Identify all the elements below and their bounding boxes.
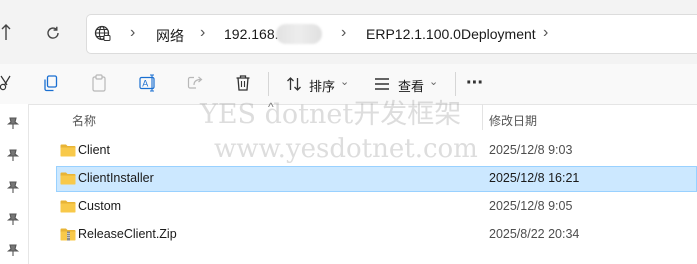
file-name: Client — [78, 143, 110, 157]
rename-icon[interactable]: A — [139, 74, 157, 92]
list-item-clientinstaller-selected[interactable]: ClientInstaller 2025/12/8 16:21 — [56, 166, 697, 192]
file-modified-date: 2025/12/8 16:21 — [489, 171, 580, 185]
pin-icon[interactable] — [6, 180, 20, 194]
column-header-modified[interactable]: 修改日期 — [489, 112, 537, 129]
view-label: 查看 — [398, 79, 425, 94]
paste-icon[interactable] — [91, 74, 107, 92]
share-icon[interactable] — [187, 74, 205, 92]
view-button[interactable]: 查看 ⌄ — [366, 72, 446, 96]
file-modified-date: 2025/12/8 9:05 — [489, 199, 573, 213]
cut-icon[interactable] — [0, 74, 12, 92]
breadcrumb-separator-icon[interactable]: › — [200, 24, 205, 42]
breadcrumb-deployment[interactable]: ERP12.1.100.0Deployment — [366, 26, 536, 42]
breadcrumb-network[interactable]: 网络 — [156, 26, 184, 46]
svg-text:A: A — [142, 79, 148, 89]
pin-icon[interactable] — [6, 212, 20, 226]
sort-arrows-icon — [287, 77, 301, 91]
sort-button[interactable]: 排序 ⌄ — [278, 72, 354, 96]
delete-icon[interactable] — [235, 74, 251, 92]
pin-icon[interactable] — [6, 116, 20, 130]
sort-label: 排序 — [309, 79, 336, 94]
file-name: ReleaseClient.Zip — [78, 227, 177, 241]
copy-icon[interactable] — [43, 75, 59, 92]
more-options-icon[interactable]: ··· — [466, 72, 484, 95]
chevron-down-icon: ⌄ — [429, 76, 439, 88]
folder-icon — [60, 172, 76, 185]
column-header-name[interactable]: 名称 — [72, 112, 96, 129]
toolbar-divider — [455, 72, 456, 96]
list-item-releaseclient-zip[interactable]: ReleaseClient.Zip 2025/8/22 20:34 — [56, 222, 697, 248]
column-divider[interactable] — [482, 104, 483, 130]
pin-icon[interactable] — [6, 243, 20, 257]
file-name: ClientInstaller — [78, 171, 154, 185]
sort-ascending-icon: ^ — [268, 100, 274, 114]
folder-icon — [60, 144, 76, 157]
pin-icon[interactable] — [6, 148, 20, 162]
redacted-ip-blur — [276, 24, 322, 44]
breadcrumb-separator-icon[interactable]: › — [341, 24, 346, 42]
folder-icon — [60, 200, 76, 213]
refresh-icon[interactable] — [45, 25, 61, 41]
breadcrumb-separator-icon[interactable]: › — [130, 24, 135, 42]
file-modified-date: 2025/12/8 9:03 — [489, 143, 573, 157]
list-item-client[interactable]: Client 2025/12/8 9:03 — [56, 138, 697, 164]
zip-folder-icon — [60, 228, 76, 241]
toolbar-divider — [268, 72, 269, 96]
network-globe-icon — [94, 25, 111, 41]
list-item-custom[interactable]: Custom 2025/12/8 9:05 — [56, 194, 697, 220]
breadcrumb-expand-chevron-icon[interactable]: › — [543, 24, 548, 42]
chevron-down-icon: ⌄ — [340, 76, 350, 88]
up-arrow-icon[interactable] — [0, 24, 12, 42]
view-list-icon — [375, 78, 389, 90]
file-name: Custom — [78, 199, 122, 213]
file-modified-date: 2025/8/22 20:34 — [489, 227, 580, 241]
